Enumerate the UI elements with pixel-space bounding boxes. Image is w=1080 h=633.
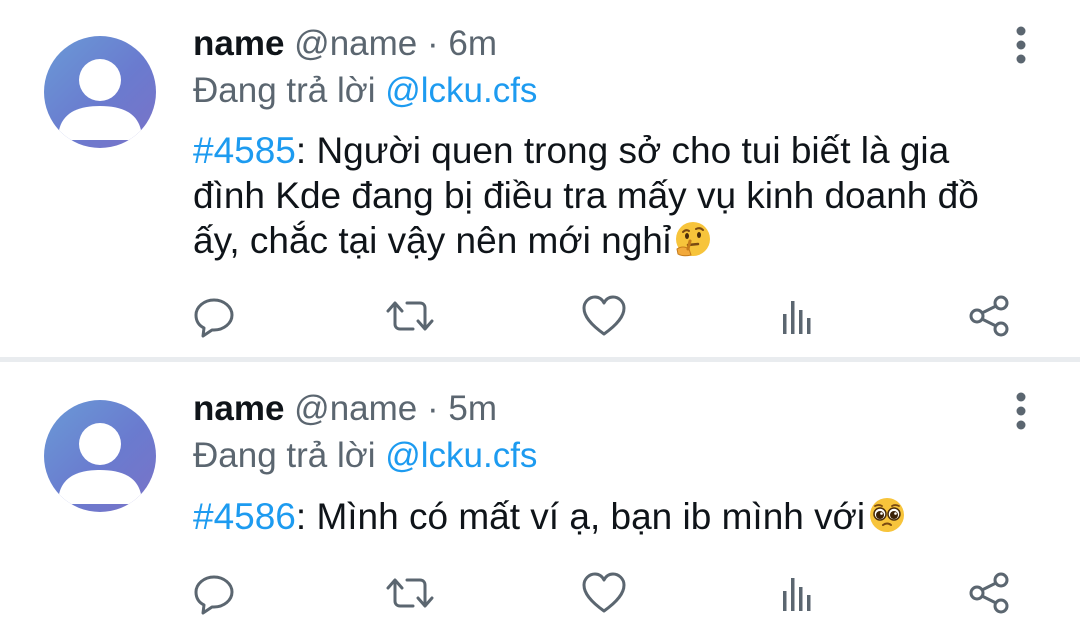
tweet-body: : Mình có mất ví ạ, bạn ib mình với <box>295 496 866 537</box>
hashtag-link[interactable]: #4586 <box>193 496 296 537</box>
reply-icon[interactable] <box>186 565 242 621</box>
hashtag-link[interactable]: #4585 <box>193 130 296 171</box>
like-icon[interactable] <box>576 288 632 344</box>
timestamp[interactable]: 6m <box>448 24 497 63</box>
tweet-header: name @name · 6m <box>193 23 497 65</box>
share-icon[interactable] <box>962 565 1018 621</box>
tweet-body: : Người quen trong sở cho tui biết là gi… <box>193 130 979 261</box>
mention-link[interactable]: @lcku.cfs <box>385 71 537 110</box>
retweet-icon[interactable] <box>382 565 438 621</box>
analytics-icon[interactable] <box>768 288 824 344</box>
tweet-text: #4585: Người quen trong sở cho tui biết … <box>193 128 1023 263</box>
user-handle[interactable]: @name <box>294 24 417 63</box>
replying-to: Đang trả lời @lcku.cfs <box>193 435 537 477</box>
tweet[interactable]: name @name · 5m Đang trả lời @lcku.cfs #… <box>0 362 1080 633</box>
tweet[interactable]: name @name · 6m Đang trả lời @lcku.cfs #… <box>0 0 1080 357</box>
timestamp[interactable]: 5m <box>448 389 497 428</box>
like-icon[interactable] <box>576 565 632 621</box>
tweet-text: #4586: Mình có mất ví ạ, bạn ib mình với <box>193 494 1023 539</box>
thinking-face-emoji-icon <box>673 219 713 259</box>
avatar[interactable] <box>44 400 156 512</box>
more-options-icon[interactable] <box>1006 24 1036 66</box>
action-bar <box>0 288 1080 344</box>
share-icon[interactable] <box>962 288 1018 344</box>
analytics-icon[interactable] <box>768 565 824 621</box>
reply-icon[interactable] <box>186 288 242 344</box>
replying-to-label: Đang trả lời <box>193 436 376 475</box>
more-options-icon[interactable] <box>1006 390 1036 432</box>
user-handle[interactable]: @name <box>294 389 417 428</box>
replying-to: Đang trả lời @lcku.cfs <box>193 70 537 112</box>
mention-link[interactable]: @lcku.cfs <box>385 436 537 475</box>
default-avatar-icon <box>58 423 142 504</box>
action-bar <box>0 565 1080 621</box>
pleading-face-emoji-icon <box>867 495 907 535</box>
default-avatar-icon <box>58 59 142 140</box>
display-name[interactable]: name <box>193 24 284 63</box>
retweet-icon[interactable] <box>382 288 438 344</box>
display-name[interactable]: name <box>193 389 284 428</box>
separator-dot: · <box>427 24 439 63</box>
separator-dot: · <box>427 389 439 428</box>
replying-to-label: Đang trả lời <box>193 71 376 110</box>
avatar[interactable] <box>44 36 156 148</box>
tweet-header: name @name · 5m <box>193 388 497 430</box>
